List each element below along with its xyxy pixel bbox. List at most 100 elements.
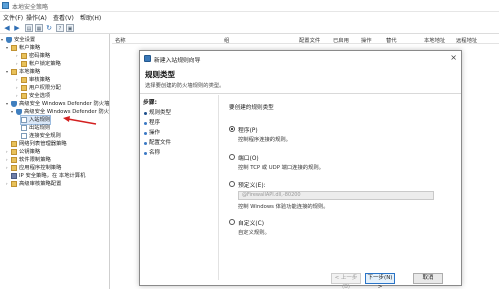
shield-icon [16,109,22,115]
tree-node[interactable]: 出站规则 [21,124,50,132]
back-arrow-icon[interactable]: ◀ [3,24,11,32]
tree-node[interactable]: › 应用程序控制策略 [6,164,61,172]
tree-node[interactable]: 网络列表管理器策略 [6,140,67,148]
option-program-desc: 控制程序连接的规则。 [238,137,291,143]
wizard-content: 要创建的规则类型 程序(P) 控制程序连接的规则。 端口(O) 控制 TCP 或… [218,95,459,280]
wizard-steps: 步骤: 规则类型 程序 操作 配置文件 名称 [142,97,212,283]
divider [140,93,461,94]
cancel-button[interactable]: 取消 [413,273,443,284]
predefined-select[interactable]: @FirewallAPI.dll,-80200 [238,191,434,200]
app-icon [2,2,9,9]
column-action[interactable]: 操作 [361,36,372,44]
rules-icon [21,125,27,131]
tree-node[interactable]: ▾ 本地策略 [6,68,40,76]
option-program[interactable]: 程序(P) [229,124,258,134]
folder-icon [11,69,17,75]
step-rule-type[interactable]: 规则类型 [144,109,171,117]
option-port[interactable]: 端口(O) [229,152,259,162]
column-profile[interactable]: 配置文件 [299,36,320,44]
step-bullet-icon [144,141,147,145]
folder-icon [11,157,17,163]
properties-icon[interactable]: ▦ [35,24,43,32]
tree-node[interactable]: › 密码策略 [16,52,50,60]
radio-predefined[interactable] [229,181,235,187]
tree-node[interactable]: › 公钥策略 [6,148,40,156]
folder-icon [11,181,17,187]
option-predefined[interactable]: 预定义(E): [229,179,266,189]
toolbar: ◀ ▶ ▤ ▦ ↻ ? ▣ [0,23,499,34]
firewall-icon [144,55,151,62]
annotation-arrow-icon [63,116,97,125]
tree-node[interactable]: › 安全选项 [16,92,50,100]
folder-icon [21,77,27,83]
tree-node[interactable]: › 用户权限分配 [16,84,61,92]
menu-bar: 文件(F) 操作(A) 查看(V) 帮助(H) [0,12,499,23]
dialog-titlebar: 新建入站规则向导 × [140,51,461,65]
menu-action[interactable]: 操作(A) [26,13,47,22]
column-group[interactable]: 组 [224,36,229,44]
forward-arrow-icon[interactable]: ▶ [13,24,21,32]
folder-icon [21,85,27,91]
window-title: 本地安全策略 [12,4,49,11]
tree-node[interactable]: › 软件限制策略 [6,156,51,164]
folder-icon[interactable]: ▤ [25,24,33,32]
column-remote-address[interactable]: 远程地址 [456,36,477,44]
tree-node[interactable]: ▾ 高级安全 Windows Defender 防火墙 [6,100,109,108]
rules-icon [21,117,27,123]
folder-icon [21,93,27,99]
option-custom-desc: 自定义规则。 [238,230,270,236]
menu-view[interactable]: 查看(V) [53,13,74,22]
step-bullet-icon [144,151,147,155]
menu-help[interactable]: 帮助(H) [80,13,101,22]
option-port-desc: 控制 TCP 或 UDP 端口连接的规则。 [238,165,324,171]
window-titlebar: 本地安全策略 [0,0,499,12]
rules-list-header: 名称 组 配置文件 已启用 操作 替代 本地地址 远程地址 [112,34,499,44]
new-inbound-rule-wizard: 新建入站规则向导 × 规则类型 选择要创建的防火墙规则的类型。 步骤: 规则类型… [139,50,462,289]
step-bullet-icon [144,111,147,115]
help-topics-icon[interactable]: ▣ [66,24,74,32]
rules-icon [21,133,27,139]
refresh-icon[interactable]: ↻ [45,24,53,32]
tree-node[interactable]: 连接安全规则 [21,132,61,140]
column-override[interactable]: 替代 [386,36,397,44]
tree-node[interactable]: ▾ 安全设置 [1,36,35,44]
step-profile[interactable]: 配置文件 [144,139,171,147]
back-button[interactable]: < 上一步(B) [331,273,361,289]
folder-icon [11,45,17,51]
tree-node[interactable]: ▾ 帐户策略 [6,44,40,52]
tree-node[interactable]: › 审核策略 [16,76,50,84]
radio-custom[interactable] [229,219,235,225]
folder-icon [11,149,17,155]
folder-icon [21,61,27,67]
step-action[interactable]: 操作 [144,129,160,137]
option-custom[interactable]: 自定义(C) [229,217,264,227]
help-icon[interactable]: ? [56,24,64,32]
column-local-address[interactable]: 本地地址 [424,36,445,44]
folder-icon [11,141,17,147]
next-button[interactable]: 下一步(N) > [365,273,395,289]
menu-file[interactable]: 文件(F) [3,13,23,22]
radio-program[interactable] [229,126,235,132]
rule-type-question: 要创建的规则类型 [229,105,274,111]
tree-node[interactable]: › 帐户锁定策略 [16,60,61,68]
page-heading: 规则类型 [145,70,175,79]
dialog-title: 新建入站规则向导 [154,58,201,64]
steps-header: 步骤: [143,100,157,106]
step-bullet-icon [144,121,147,125]
folder-icon [11,165,17,171]
tree-node-inbound-rules[interactable]: 入站规则 [19,115,52,125]
radio-port[interactable] [229,154,235,160]
column-enabled[interactable]: 已启用 [333,36,349,44]
tree-node[interactable]: › 高级审核策略配置 [6,180,61,188]
ip-security-icon [11,173,17,179]
step-name[interactable]: 名称 [144,149,160,157]
console-tree: ▾ 安全设置 ▾ 帐户策略 › 密码策略 › 帐户锁定策略 ▾ 本地策略 › 审核策略 › 用… [0,34,110,289]
page-subtitle: 选择要创建的防火墙规则的类型。 [145,83,225,89]
folder-icon [21,53,27,59]
option-predefined-desc: 控制 Windows 体验功能连接的规则。 [238,204,329,210]
step-program[interactable]: 程序 [144,119,160,127]
close-icon[interactable]: × [450,53,457,62]
tree-node[interactable]: IP 安全策略，在 本地计算机 [6,172,85,180]
column-name[interactable]: 名称 [115,36,126,44]
shield-icon [11,101,17,107]
